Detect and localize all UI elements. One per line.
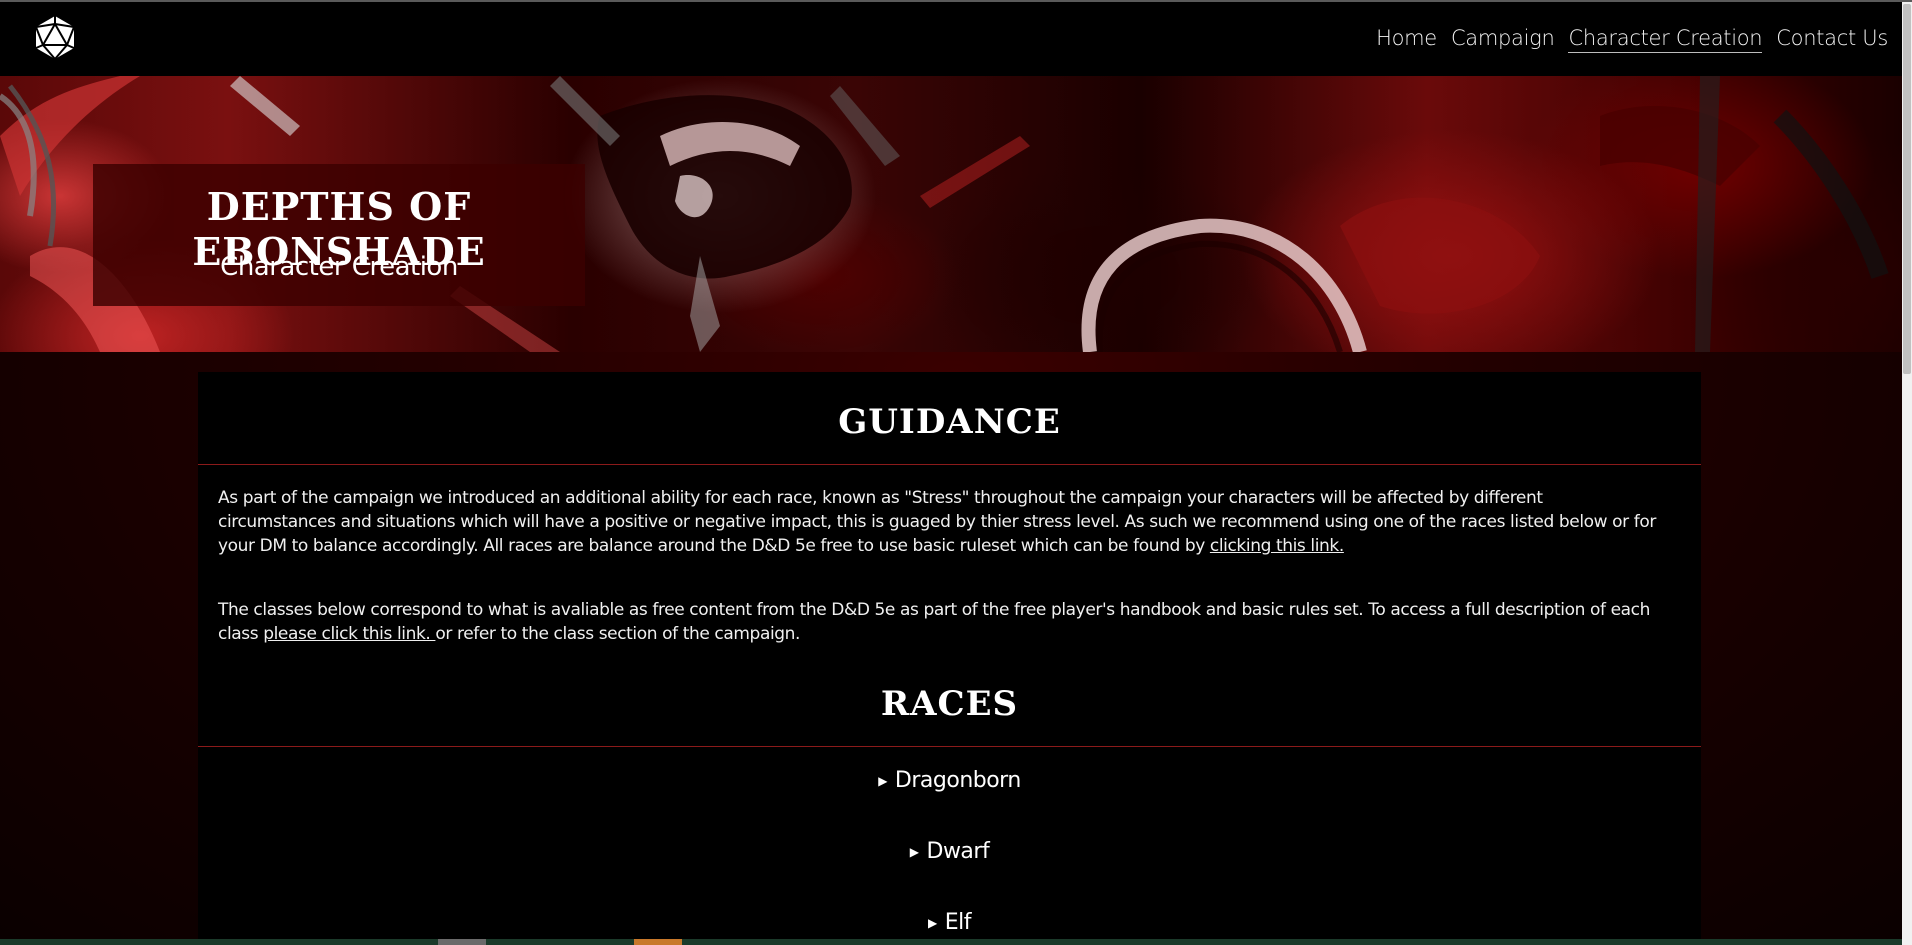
basic-ruleset-link[interactable]: clicking this link. — [1210, 536, 1344, 556]
races-divider — [198, 746, 1701, 747]
d20-dice-icon[interactable] — [32, 14, 78, 60]
race-label: Dwarf — [926, 839, 990, 864]
race-item-elf[interactable]: ▶ Elf — [198, 910, 1701, 935]
nav-link-home[interactable]: Home — [1376, 26, 1437, 53]
nav-link-campaign[interactable]: Campaign — [1451, 26, 1555, 53]
scrollbar-thumb[interactable] — [1903, 4, 1911, 374]
nav-links: Home Campaign Character Creation Contact… — [1376, 26, 1888, 53]
navbar: Home Campaign Character Creation Contact… — [0, 2, 1902, 76]
taskbar-item[interactable] — [438, 939, 486, 945]
page-subtitle: Character Creation — [220, 252, 458, 282]
guidance-paragraph-classes: The classes below correspond to what is … — [218, 598, 1658, 646]
page-scrollbar[interactable] — [1902, 2, 1912, 945]
taskbar-strip — [0, 939, 1902, 945]
guidance-paragraph-races-text: As part of the campaign we introduced an… — [218, 488, 1656, 556]
page: Home Campaign Character Creation Contact… — [0, 0, 1912, 945]
race-item-dragonborn[interactable]: ▶ Dragonborn — [198, 768, 1701, 793]
races-heading: RACES — [880, 684, 1019, 724]
disclosure-triangle-icon: ▶ — [928, 916, 937, 930]
hero-title-box: DEPTHS OF EBONSHADE Character Creation — [93, 164, 585, 306]
hero-banner: DEPTHS OF EBONSHADE Character Creation — [0, 76, 1902, 352]
race-item-dwarf[interactable]: ▶ Dwarf — [198, 839, 1701, 864]
disclosure-triangle-icon: ▶ — [878, 774, 887, 788]
main-content-panel: GUIDANCE As part of the campaign we intr… — [198, 372, 1701, 945]
guidance-divider — [198, 464, 1701, 465]
nav-link-character-creation[interactable]: Character Creation — [1568, 26, 1763, 53]
taskbar-item-active[interactable] — [634, 939, 682, 945]
guidance-paragraph-classes-after: or refer to the class section of the cam… — [435, 624, 801, 644]
race-label: Elf — [944, 910, 972, 935]
guidance-heading: GUIDANCE — [838, 402, 1061, 442]
disclosure-triangle-icon: ▶ — [909, 845, 919, 859]
guidance-paragraph-races: As part of the campaign we introduced an… — [218, 486, 1658, 558]
race-label: Dragonborn — [894, 768, 1021, 793]
nav-link-contact-us[interactable]: Contact Us — [1776, 26, 1888, 53]
class-description-link[interactable]: please click this link. — [263, 624, 435, 644]
